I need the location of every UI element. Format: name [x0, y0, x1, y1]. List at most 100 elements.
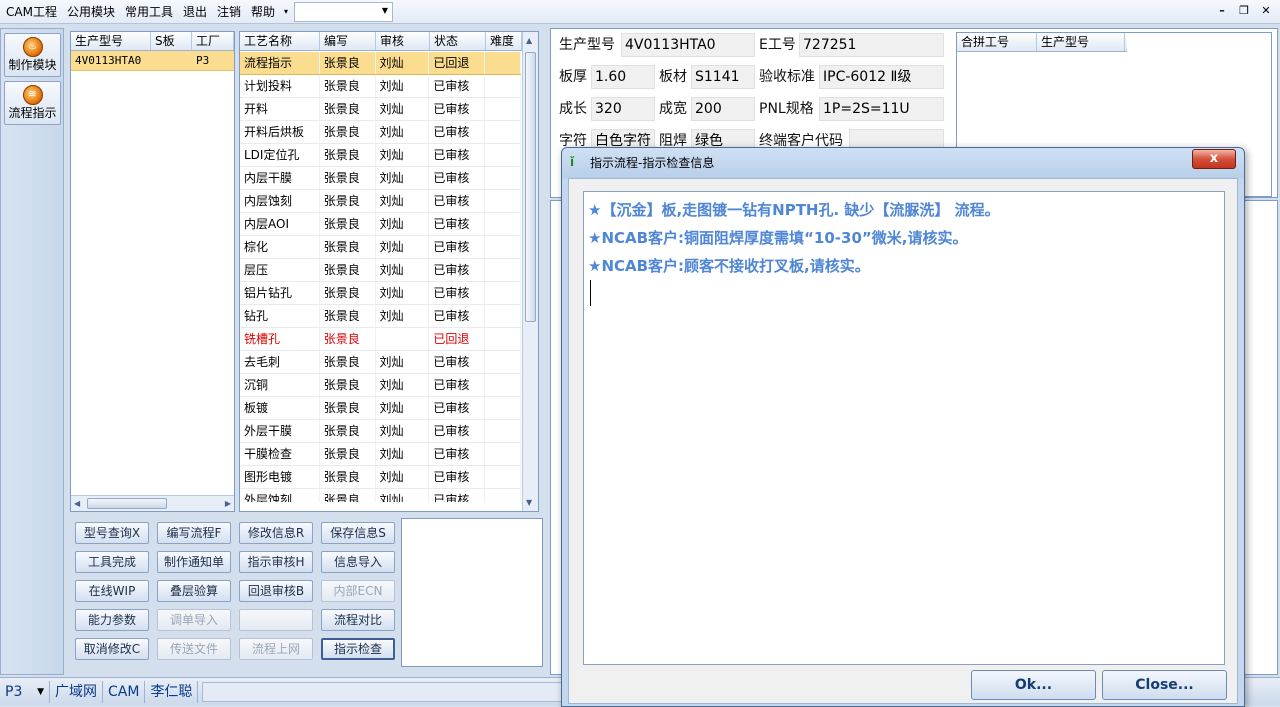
- action-button[interactable]: 叠层验算: [157, 580, 231, 602]
- col-factory[interactable]: 工厂: [192, 32, 234, 50]
- process-name-cell: LDI定位孔: [240, 144, 320, 166]
- col-combine-model[interactable]: 生产型号: [1037, 33, 1125, 51]
- action-button[interactable]: 型号查询X: [75, 522, 149, 544]
- action-button[interactable]: 工具完成: [75, 551, 149, 573]
- make-module-button[interactable]: ♨ 制作模块: [4, 33, 61, 77]
- action-button[interactable]: 在线WIP: [75, 580, 149, 602]
- menu-item[interactable]: CAM工程: [0, 0, 62, 24]
- col-reviewer[interactable]: 审核: [376, 32, 430, 50]
- action-button[interactable]: 流程对比: [321, 609, 395, 631]
- table-row[interactable]: 棕化 张景良 刘灿 已审核: [240, 236, 521, 259]
- status-cell: 已审核: [429, 98, 486, 120]
- table-row[interactable]: LDI定位孔 张景良 刘灿 已审核: [240, 144, 521, 167]
- table-row[interactable]: 开料 张景良 刘灿 已审核: [240, 98, 521, 121]
- check-info-dialog: ǐ 指示流程-指示检查信息 x ★【沉金】板,走图镀一钻有NPTH孔. 缺少【流…: [561, 147, 1245, 707]
- reviewer-cell: 刘灿: [376, 351, 430, 373]
- close-button[interactable]: Close...: [1102, 670, 1227, 700]
- menu-combo-box[interactable]: ▼: [294, 1, 394, 22]
- col-difficulty[interactable]: 难度: [486, 32, 522, 50]
- action-button[interactable]: 信息导入: [321, 551, 395, 573]
- table-row[interactable]: 4V0113HTA0 P3: [71, 51, 234, 71]
- process-name-cell: 棕化: [240, 236, 320, 258]
- table-row[interactable]: 流程指示 张景良 刘灿 已回退: [240, 52, 521, 75]
- scroll-right-icon[interactable]: ▶: [225, 499, 231, 508]
- menu-item[interactable]: 公用模块: [62, 0, 120, 24]
- menu-item[interactable]: 帮助: [246, 0, 280, 24]
- model-cell: 4V0113HTA0: [75, 54, 142, 67]
- notes-box: [401, 518, 543, 667]
- table-row[interactable]: 开料后烘板 张景良 刘灿 已审核: [240, 121, 521, 144]
- process-name-cell: 外层干膜: [240, 420, 320, 442]
- col-model[interactable]: 生产型号: [71, 32, 151, 50]
- action-button[interactable]: 修改信息R: [239, 522, 313, 544]
- table-row[interactable]: 铣槽孔 张景良 已回退: [240, 328, 521, 351]
- table-row[interactable]: 板镀 张景良 刘灿 已审核: [240, 397, 521, 420]
- horizontal-scrollbar[interactable]: ◀ ▶: [71, 495, 234, 511]
- col-writer[interactable]: 编写: [320, 32, 376, 50]
- scroll-down-icon[interactable]: ▼: [526, 498, 532, 507]
- action-button[interactable]: 传送文件: [157, 638, 231, 660]
- chevron-down-icon[interactable]: ▼: [382, 6, 388, 15]
- menu-more-arrow[interactable]: ▾: [280, 7, 292, 16]
- menu-item[interactable]: 退出: [178, 0, 212, 24]
- dialog-body: ★【沉金】板,走图镀一钻有NPTH孔. 缺少【流脲洗】 流程。 ★NCAB客户:铜…: [568, 178, 1238, 704]
- table-row[interactable]: 铝片钻孔 张景良 刘灿 已审核: [240, 282, 521, 305]
- status-cell: 已审核: [429, 305, 486, 327]
- col-s-board[interactable]: S板: [151, 32, 192, 50]
- table-row[interactable]: 内层蚀刻 张景良 刘灿 已审核: [240, 190, 521, 213]
- writer-cell: 张景良: [320, 351, 376, 373]
- action-button[interactable]: 取消修改C: [75, 638, 149, 660]
- scroll-thumb[interactable]: [87, 498, 167, 509]
- minimize-icon[interactable]: –: [1214, 3, 1230, 19]
- action-button[interactable]: [239, 609, 313, 631]
- action-button[interactable]: 指示审核H: [239, 551, 313, 573]
- action-button[interactable]: 回退审核B: [239, 580, 313, 602]
- factory-selector[interactable]: P3 ▼: [0, 680, 50, 703]
- action-button[interactable]: 能力参数: [75, 609, 149, 631]
- table-row[interactable]: 内层干膜 张景良 刘灿 已审核: [240, 167, 521, 190]
- process-name-cell: 内层蚀刻: [240, 190, 320, 212]
- reviewer-cell: 刘灿: [376, 52, 430, 74]
- thickness-label: 板厚: [559, 69, 587, 85]
- action-button[interactable]: 保存信息S: [321, 522, 395, 544]
- scroll-left-icon[interactable]: ◀: [74, 499, 80, 508]
- table-row[interactable]: 去毛刺 张景良 刘灿 已审核: [240, 351, 521, 374]
- flow-instruction-button[interactable]: ≋ 流程指示: [4, 81, 61, 125]
- col-combine-number[interactable]: 合拼工号: [957, 33, 1037, 51]
- action-button[interactable]: 指示检查: [321, 638, 395, 660]
- chevron-down-icon[interactable]: ▼: [37, 681, 44, 703]
- col-process-name[interactable]: 工艺名称: [240, 32, 320, 50]
- table-row[interactable]: 内层AOI 张景良 刘灿 已审核: [240, 213, 521, 236]
- table-row[interactable]: 钻孔 张景良 刘灿 已审核: [240, 305, 521, 328]
- scroll-thumb[interactable]: [525, 52, 536, 322]
- scroll-up-icon[interactable]: ▲: [526, 36, 532, 45]
- standard-value: IPC-6012 Ⅱ级: [819, 65, 944, 89]
- writer-cell: 张景良: [320, 489, 376, 502]
- table-row[interactable]: 外层蚀刻 张景良 刘灿 已审核: [240, 489, 521, 502]
- table-row[interactable]: 外层干膜 张景良 刘灿 已审核: [240, 420, 521, 443]
- action-button[interactable]: 内部ECN: [321, 580, 395, 602]
- menu-item[interactable]: 常用工具: [120, 0, 178, 24]
- close-icon[interactable]: ✕: [1258, 3, 1274, 19]
- action-button[interactable]: 制作通知单: [157, 551, 231, 573]
- table-row[interactable]: 干膜检查 张景良 刘灿 已审核: [240, 443, 521, 466]
- dialog-close-button[interactable]: x: [1192, 149, 1236, 169]
- action-button[interactable]: 流程上网: [239, 638, 313, 660]
- message-textarea[interactable]: ★【沉金】板,走图镀一钻有NPTH孔. 缺少【流脲洗】 流程。 ★NCAB客户:铜…: [583, 191, 1225, 665]
- vertical-scrollbar[interactable]: ▲ ▼: [522, 32, 538, 511]
- col-status[interactable]: 状态: [430, 32, 486, 50]
- process-name-cell: 去毛刺: [240, 351, 320, 373]
- restore-icon[interactable]: ❐: [1236, 3, 1252, 19]
- process-grid-header: 工艺名称 编写 审核 状态 难度: [240, 32, 538, 51]
- status-cell: 已审核: [429, 489, 486, 502]
- table-row[interactable]: 层压 张景良 刘灿 已审核: [240, 259, 521, 282]
- table-row[interactable]: 计划投料 张景良 刘灿 已审核: [240, 75, 521, 98]
- table-row[interactable]: 图形电镀 张景良 刘灿 已审核: [240, 466, 521, 489]
- ok-button[interactable]: Ok...: [971, 670, 1096, 700]
- action-button[interactable]: 编写流程F: [157, 522, 231, 544]
- menu-item[interactable]: 注销: [212, 0, 246, 24]
- reviewer-cell: 刘灿: [376, 259, 430, 281]
- action-button[interactable]: 调单导入: [157, 609, 231, 631]
- table-row[interactable]: 沉铜 张景良 刘灿 已审核: [240, 374, 521, 397]
- status-cell: 已审核: [429, 121, 486, 143]
